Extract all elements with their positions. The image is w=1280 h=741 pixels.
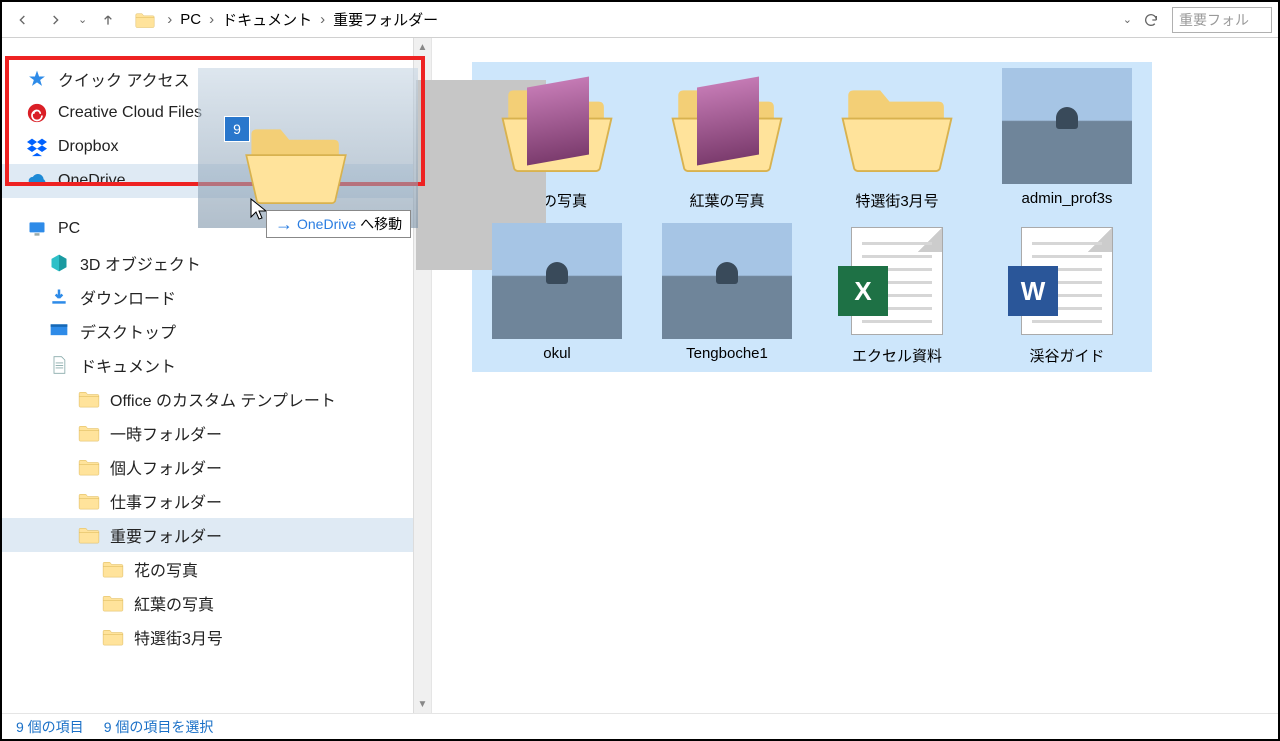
drag-count-badge: 9 xyxy=(224,116,250,142)
file-item[interactable]: Tengboche1 xyxy=(642,217,812,372)
folder-icon xyxy=(78,388,100,410)
photo-icon xyxy=(1002,68,1132,184)
sidebar-scrollbar[interactable]: ▲ ▼ xyxy=(413,38,431,713)
breadcrumb-pc[interactable]: PC xyxy=(178,9,203,30)
sidebar-folder-personal[interactable]: 個人フォルダー xyxy=(2,450,431,484)
document-icon xyxy=(48,354,70,376)
sidebar-item-desktop[interactable]: デスクトップ xyxy=(2,314,431,348)
sidebar-folder-temp[interactable]: 一時フォルダー xyxy=(2,416,431,450)
folder-icon xyxy=(102,626,124,648)
desktop-icon xyxy=(48,320,70,342)
status-bar: 9 個の項目 9 個の項目を選択 xyxy=(2,713,1278,739)
photo-icon xyxy=(492,223,622,339)
breadcrumb-documents[interactable]: ドキュメント xyxy=(220,7,314,32)
back-button[interactable] xyxy=(8,6,38,34)
breadcrumb-current[interactable]: 重要フォルダー xyxy=(331,7,440,32)
onedrive-icon xyxy=(26,170,48,192)
history-dropdown[interactable]: ⌄ xyxy=(72,13,93,26)
sidebar-item-downloads[interactable]: ダウンロード xyxy=(2,280,431,314)
sidebar-folder-tokusen[interactable]: 特選街3月号 xyxy=(2,620,431,654)
file-name: okul xyxy=(478,345,636,362)
sidebar-folder-office-templates[interactable]: Office のカスタム テンプレート xyxy=(2,382,431,416)
sidebar-item-onedrive[interactable]: OneDrive xyxy=(2,164,431,198)
sidebar-item-documents[interactable]: ドキュメント xyxy=(2,348,431,382)
folder-icon xyxy=(102,558,124,580)
cube-icon xyxy=(48,252,70,274)
file-name: 紅葉の写真 xyxy=(648,190,806,211)
chevron-right-icon: › xyxy=(314,11,331,28)
refresh-button[interactable] xyxy=(1138,12,1164,28)
status-item-count: 9 個の項目 xyxy=(16,717,84,737)
sidebar-item-3d-objects[interactable]: 3D オブジェクト xyxy=(2,246,431,280)
excel-icon: X xyxy=(832,223,962,339)
arrow-right-icon: → xyxy=(275,217,293,231)
file-item[interactable]: 特選街3月号 xyxy=(812,62,982,217)
folder-icon xyxy=(78,456,100,478)
file-name: 特選街3月号 xyxy=(818,190,976,211)
file-item[interactable]: W 渓谷ガイド xyxy=(982,217,1152,372)
sidebar-folder-important[interactable]: 重要フォルダー xyxy=(2,518,431,552)
file-item[interactable]: 紅葉の写真 xyxy=(642,62,812,217)
folder-icon xyxy=(78,490,100,512)
file-name: エクセル資料 xyxy=(818,345,976,366)
file-name: admin_prof3s xyxy=(988,190,1146,207)
folder-photo-icon xyxy=(492,68,622,184)
download-icon xyxy=(48,286,70,308)
star-icon xyxy=(26,68,48,90)
dropbox-icon xyxy=(26,136,48,158)
sidebar-folder-work[interactable]: 仕事フォルダー xyxy=(2,484,431,518)
folder-icon xyxy=(78,524,100,546)
scroll-up-icon[interactable]: ▲ xyxy=(414,38,431,56)
sidebar-folder-flowers[interactable]: 花の写真 xyxy=(2,552,431,586)
address-bar: ⌄ › PC › ドキュメント › 重要フォルダー ⌄ 重要フォル xyxy=(2,2,1278,38)
up-button[interactable] xyxy=(93,6,123,34)
pc-icon xyxy=(26,218,48,240)
chevron-right-icon: › xyxy=(161,11,178,28)
address-dropdown[interactable]: ⌄ xyxy=(1117,13,1138,26)
navigation-pane[interactable]: クイック アクセス Creative Cloud Files Dropbox O… xyxy=(2,38,432,713)
file-name: Tengboche1 xyxy=(648,345,806,362)
folder-icon xyxy=(832,68,962,184)
folder-icon xyxy=(102,592,124,614)
sidebar-item-dropbox[interactable]: Dropbox xyxy=(2,130,431,164)
photo-icon xyxy=(662,223,792,339)
sidebar-item-creative-cloud[interactable]: Creative Cloud Files xyxy=(2,96,431,130)
file-item[interactable]: okul xyxy=(472,217,642,372)
folder-icon xyxy=(78,422,100,444)
scroll-down-icon[interactable]: ▼ xyxy=(414,695,431,713)
folder-icon xyxy=(135,10,155,30)
file-name: 渓谷ガイド xyxy=(988,345,1146,366)
file-list[interactable]: 花の写真 紅葉の写真 特選街3月号 admin_prof3s okul Ten xyxy=(432,38,1278,713)
word-icon: W xyxy=(1002,223,1132,339)
forward-button[interactable] xyxy=(40,6,70,34)
sidebar-folder-autumn[interactable]: 紅葉の写真 xyxy=(2,586,431,620)
chevron-right-icon: › xyxy=(203,11,220,28)
sidebar-item-quick-access[interactable]: クイック アクセス xyxy=(2,62,431,96)
file-item[interactable]: X エクセル資料 xyxy=(812,217,982,372)
search-input[interactable]: 重要フォル xyxy=(1172,7,1272,33)
drag-tooltip: → OneDrive へ移動 xyxy=(266,210,411,238)
creative-cloud-icon xyxy=(26,102,48,124)
status-selected-count: 9 個の項目を選択 xyxy=(104,717,214,737)
file-item[interactable]: admin_prof3s xyxy=(982,62,1152,217)
folder-photo-icon xyxy=(662,68,792,184)
